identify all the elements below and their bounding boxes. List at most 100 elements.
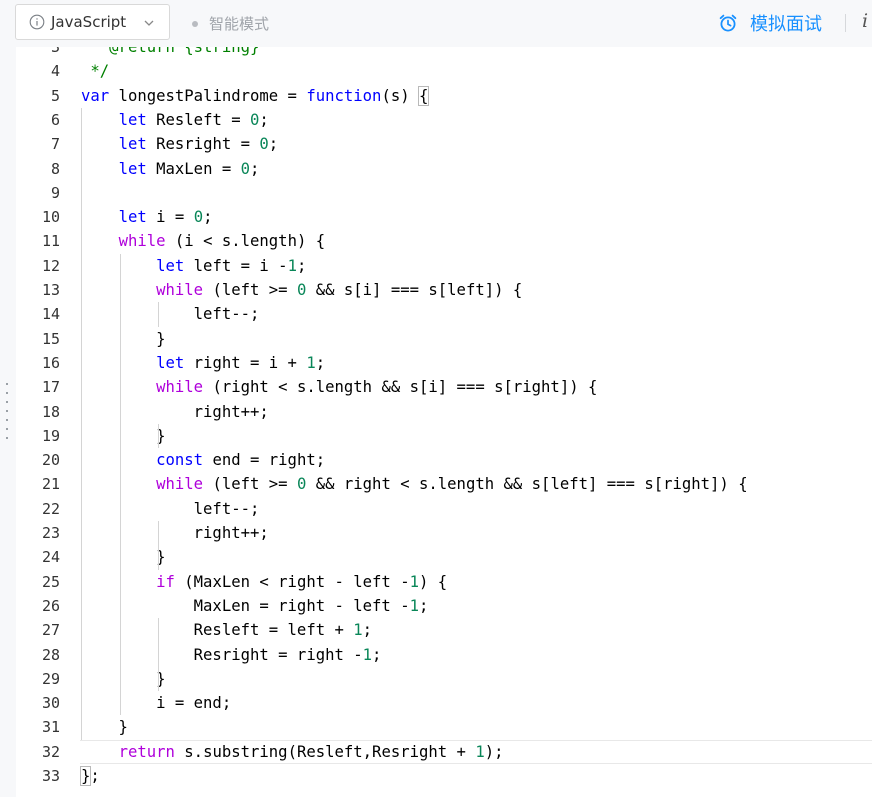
side-panel-edge [0,47,16,797]
language-select[interactable]: JavaScript [15,4,170,40]
code-line[interactable]: 15 } [16,327,872,351]
smart-mode-toggle[interactable]: 智能模式 [192,13,269,34]
code-token: (s) [381,86,419,105]
line-number: 17 [41,378,60,397]
code-line[interactable]: 22 left--; [16,497,872,521]
code-token: 1 [475,742,485,761]
chevron-down-icon [144,20,154,26]
code-line[interactable]: 6 let Resleft = 0; [16,108,872,132]
code-line[interactable]: 16 let right = i + 1; [16,351,872,375]
code-line[interactable]: 17 while (right < s.length && s[i] === s… [16,375,872,399]
indent-guide [119,253,121,716]
line-number: 29 [41,669,60,688]
code-token: const [156,451,204,470]
code-token: ; [259,110,269,129]
code-token: ; [418,596,429,615]
more-info-icon[interactable]: i [862,10,868,32]
code-text: while (i < s.length) { [81,229,326,253]
code-line[interactable]: 10 let i = 0; [16,205,872,229]
code-token: left = i - [184,256,288,275]
code-text: */ [81,59,109,83]
code-line[interactable]: 14 left--; [16,302,872,326]
line-number: 13 [41,281,60,299]
code-token: } [81,426,166,445]
code-line[interactable]: 30 i = end; [16,691,872,715]
code-line[interactable]: 26 MaxLen = right - left -1; [16,594,872,618]
code-token: 0 [296,281,307,299]
code-line[interactable]: 11 while (i < s.length) { [16,229,872,253]
alarm-clock-icon [719,14,737,32]
line-number: 31 [41,718,60,737]
code-line[interactable]: 31 } [16,715,872,739]
code-line[interactable]: 32 return s.substring(Resleft,Resright +… [16,739,872,764]
line-number: 9 [50,183,60,202]
mock-interview-button[interactable]: 模拟面试 [718,10,822,36]
code-token: while [156,281,204,299]
code-text: const end = right; [81,448,325,472]
code-token: left--; [81,499,260,518]
code-line[interactable]: 8 let MaxLen = 0; [16,157,872,181]
language-label: JavaScript [51,13,127,31]
code-line[interactable]: 9 [16,181,872,205]
code-line[interactable]: 27 Resleft = left + 1; [16,618,872,642]
resize-handle[interactable] [6,383,9,443]
code-token: @return {string} [81,47,260,56]
mode-label: 智能模式 [209,16,270,33]
code-line[interactable]: 20 const end = right; [16,448,872,472]
code-token: while [156,378,204,397]
code-line[interactable]: 23 right++; [16,521,872,545]
line-number: 24 [41,548,60,567]
code-token: 1 [362,645,373,664]
code-line[interactable]: 25 if (MaxLen < right - left -1) { [16,570,872,594]
code-token: if [156,572,175,591]
code-token: right = i + [184,353,307,372]
code-token: 0 [259,135,269,154]
code-text: }; [79,764,100,788]
code-line[interactable]: 28 Resright = right -1; [16,643,872,667]
code-token: && s[i] === s[left]) { [306,281,523,299]
code-line[interactable]: 4 */ [16,59,872,83]
code-line[interactable]: 18 right++; [16,400,872,424]
code-token: 1 [409,596,419,615]
code-line[interactable]: 21 while (left >= 0 && right < s.length … [16,472,872,496]
code-token: 0 [240,159,251,178]
code-token: let [118,159,147,178]
indent-guide [158,423,160,449]
code-line[interactable]: 12 let left = i -1; [16,254,872,278]
code-line[interactable]: 3 @return {string} [16,47,872,59]
line-number: 18 [41,402,60,421]
code-editor[interactable]: 3 @return {string} 4 */5 var longestPalind… [16,47,872,797]
code-text: let left = i -1; [81,254,306,278]
code-line[interactable]: 13 while (left >= 0 && s[i] === s[left])… [16,278,872,302]
line-number: 26 [41,596,60,615]
toolbar-divider [845,14,846,32]
code-token: function [306,86,382,105]
code-line[interactable]: 33}; [16,764,872,788]
code-token: right++; [81,402,269,421]
code-token: 1 [409,572,419,591]
indent-guide [81,107,82,740]
code-text: Resleft = left + 1; [81,618,372,642]
indent-guide [158,521,160,570]
code-line[interactable]: 5 var longestPalindrome = function(s) { [16,84,872,108]
code-token: 0 [193,208,204,227]
line-number: 30 [41,694,60,713]
code-line[interactable]: 24 } [16,545,872,569]
code-line[interactable]: 19 } [16,424,872,448]
code-line[interactable]: 29 } [16,667,872,691]
line-number: 14 [41,305,60,324]
code-token: ; [203,208,213,227]
mock-interview-label: 模拟面试 [750,14,822,34]
code-line[interactable]: 7 let Resright = 0; [16,132,872,156]
code-token: ) { [419,572,448,591]
line-number: 11 [41,232,60,251]
code-token: (i < s.length) { [165,232,326,251]
code-text: let MaxLen = 0; [81,157,260,181]
code-token: MaxLen = right - left - [81,596,410,615]
line-number: 3 [50,47,60,56]
